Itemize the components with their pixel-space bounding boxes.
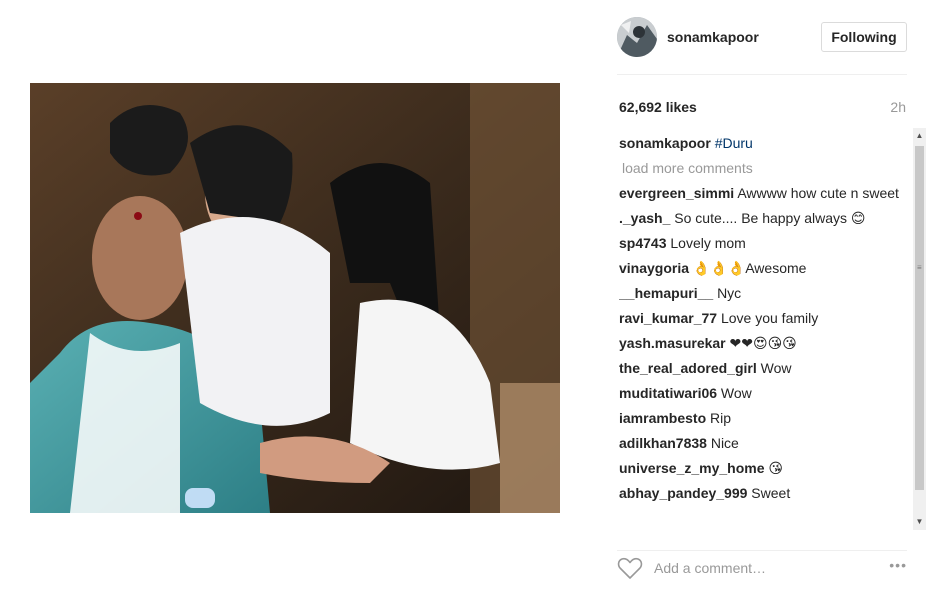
comment-item: iamrambesto Rip xyxy=(619,409,907,427)
post-header: sonamkapoor Following xyxy=(617,17,907,75)
comment-item: evergreen_simmi Awwww how cute n sweet xyxy=(619,184,907,202)
comments-scrollbar[interactable]: ▲ ≡ ▼ xyxy=(913,128,926,530)
comment-username[interactable]: yash.masurekar xyxy=(619,335,726,351)
post-caption: sonamkapoor #Duru xyxy=(619,134,907,152)
comment-text: Awwww how cute n sweet xyxy=(737,185,899,201)
comment-bar: ••• xyxy=(617,550,907,580)
scrollbar-grip-icon: ≡ xyxy=(917,263,922,272)
comment-text: Wow xyxy=(760,360,792,376)
avatar-image xyxy=(617,17,657,57)
comment-username[interactable]: abhay_pandey_999 xyxy=(619,485,747,501)
post-timestamp[interactable]: 2h xyxy=(890,99,906,115)
comment-item: muditatiwari06 Wow xyxy=(619,384,907,402)
heart-icon-svg xyxy=(617,557,643,579)
comment-item: adilkhan7838 Nice xyxy=(619,434,907,452)
comment-username[interactable]: adilkhan7838 xyxy=(619,435,707,451)
comment-text: ❤❤😍😘😘 xyxy=(729,335,797,351)
comment-username[interactable]: __hemapuri__ xyxy=(619,285,713,301)
post-side-panel: sonamkapoor Following 62,692 likes 2h so… xyxy=(600,0,926,595)
comment-text: Wow xyxy=(720,385,752,401)
comment-username[interactable]: universe_z_my_home xyxy=(619,460,765,476)
comment-item: abhay_pandey_999 Sweet xyxy=(619,484,907,502)
comment-text: Nice xyxy=(710,435,739,451)
caption-hashtag[interactable]: #Duru xyxy=(715,135,753,151)
comment-username[interactable]: ravi_kumar_77 xyxy=(619,310,717,326)
avatar[interactable] xyxy=(617,17,657,57)
comment-username[interactable]: ._yash_ xyxy=(619,210,670,226)
scroll-down-arrow-icon[interactable]: ▼ xyxy=(913,514,926,530)
add-comment-input[interactable] xyxy=(654,556,864,580)
comment-text: 👌👌👌Awesome xyxy=(692,260,807,276)
caption-username[interactable]: sonamkapoor xyxy=(619,135,711,151)
post-photo-image xyxy=(30,83,560,513)
comment-username[interactable]: the_real_adored_girl xyxy=(619,360,757,376)
comment-text: Sweet xyxy=(751,485,791,501)
comment-text: 😘 xyxy=(768,460,784,476)
comment-text: So cute.... Be happy always 😊 xyxy=(674,210,866,226)
post-author-username[interactable]: sonamkapoor xyxy=(667,29,759,45)
scroll-up-arrow-icon[interactable]: ▲ xyxy=(913,128,926,144)
comment-item: universe_z_my_home 😘 xyxy=(619,459,907,477)
comment-username[interactable]: muditatiwari06 xyxy=(619,385,717,401)
comment-item: __hemapuri__ Nyc xyxy=(619,284,907,302)
post-photo[interactable] xyxy=(30,83,560,513)
comment-item: ravi_kumar_77 Love you family xyxy=(619,309,907,327)
following-button[interactable]: Following xyxy=(821,22,907,52)
heart-outline-icon[interactable] xyxy=(617,556,643,580)
comment-username[interactable]: vinaygoria xyxy=(619,260,689,276)
likes-count[interactable]: 62,692 likes xyxy=(619,99,697,115)
more-options-icon[interactable]: ••• xyxy=(879,558,907,572)
comment-text: Rip xyxy=(710,410,732,426)
comment-item: the_real_adored_girl Wow xyxy=(619,359,907,377)
comment-text: Love you family xyxy=(720,310,819,326)
comment-item: sp4743 Lovely mom xyxy=(619,234,907,252)
comment-item: yash.masurekar ❤❤😍😘😘 xyxy=(619,334,907,352)
comment-username[interactable]: iamrambesto xyxy=(619,410,706,426)
comments-list[interactable]: sonamkapoor #Duru load more comments eve… xyxy=(619,134,907,530)
scrollbar-thumb[interactable]: ≡ xyxy=(915,146,924,490)
comment-text: Lovely mom xyxy=(670,235,746,251)
comment-text: Nyc xyxy=(717,285,742,301)
comment-username[interactable]: sp4743 xyxy=(619,235,666,251)
comment-username[interactable]: evergreen_simmi xyxy=(619,185,734,201)
comment-item: vinaygoria 👌👌👌Awesome xyxy=(619,259,907,277)
comment-item: ._yash_ So cute.... Be happy always 😊 xyxy=(619,209,907,227)
load-more-comments-button[interactable]: load more comments xyxy=(622,159,907,177)
